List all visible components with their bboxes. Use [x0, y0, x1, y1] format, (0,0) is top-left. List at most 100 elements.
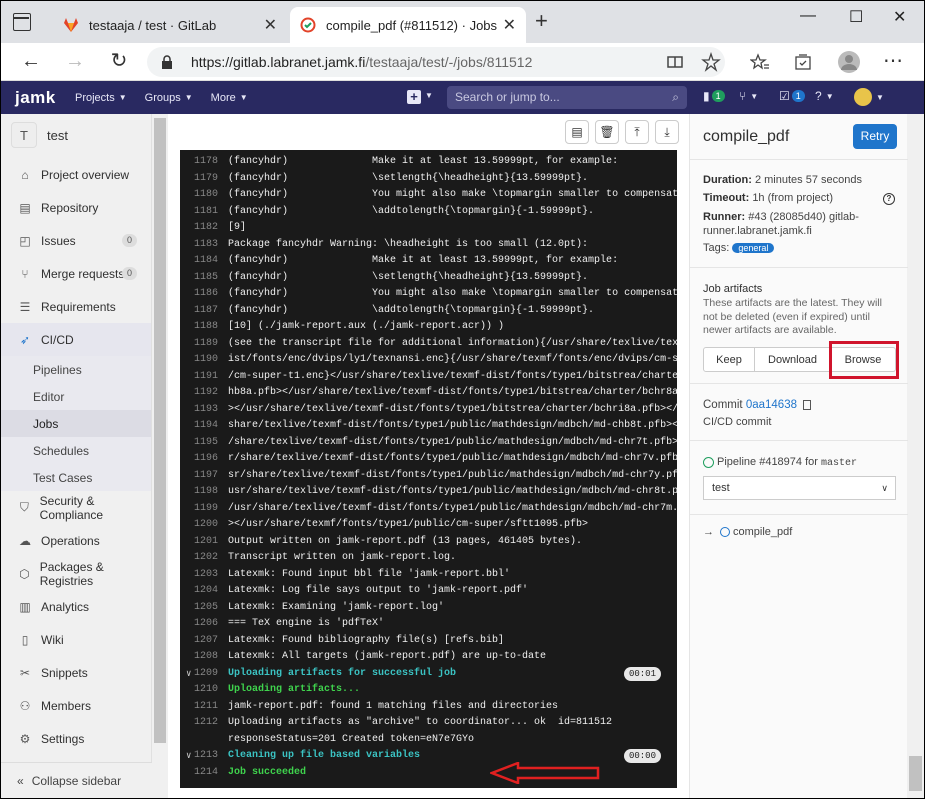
log-line: 1208 Latexmk: All targets (jamk-report.pd…	[180, 649, 677, 666]
sidebar-item-analytics[interactable]: ▥ Analytics	[1, 590, 151, 623]
log-line: 1182 [9]	[180, 220, 677, 237]
help-icon[interactable]: ?	[883, 193, 895, 205]
sidebar-item-operations[interactable]: ☁ Operations	[1, 524, 151, 557]
duration-label: Duration:	[703, 174, 752, 186]
sidebar-item-packages[interactable]: ⬡ Packages & Registries	[1, 557, 151, 590]
gitlab-top-nav: jamk Projects ▼ Groups ▼ More ▼ + ▼ Search …	[1, 81, 924, 114]
divider	[690, 267, 908, 268]
merge-requests-dropdown[interactable]: ⑂ ▼	[739, 89, 758, 103]
brand-logo[interactable]: jamk	[15, 88, 57, 108]
favorites-icon[interactable]	[750, 52, 770, 72]
todos-counter[interactable]: ☑ 1	[779, 89, 805, 103]
sidebar-item-wiki[interactable]: ▯ Wiki	[1, 623, 151, 656]
sidebar-item-cicd[interactable]: ➶ CI/CD	[1, 323, 151, 356]
sidebar-sub-test-cases[interactable]: Test Cases	[1, 464, 151, 491]
collapse-label: Collapse sidebar	[31, 773, 122, 788]
log-section-header[interactable]: ∨ 1209 Uploading artifacts for successfu…	[180, 666, 677, 683]
pipeline-id[interactable]: #418974	[759, 456, 802, 468]
job-log[interactable]: 1178 (fancyhdr) Make it at least 13.59999…	[180, 150, 677, 788]
scroll-bottom-button[interactable]: ⤓	[655, 120, 679, 144]
line-text: Latexmk: Found bibliography file(s) [ref…	[228, 634, 505, 646]
tab-job[interactable]: compile_pdf (#811512) · Jobs · te ✕	[290, 7, 526, 43]
rocket-icon: ➶	[19, 332, 31, 347]
collections-icon[interactable]	[793, 52, 813, 72]
log-section-header[interactable]: ∨ 1213 Cleaning up file based variables …	[180, 748, 677, 765]
search-input[interactable]: Search or jump to... ⌕	[447, 86, 687, 109]
retry-button[interactable]: Retry	[853, 124, 897, 149]
sidebar-item-label: Settings	[41, 731, 85, 746]
line-number: 1190	[193, 354, 218, 365]
erase-log-button[interactable]: 🗑	[595, 120, 619, 144]
line-text: ist/fonts/enc/dvips/ly1/texnansi.enc}{/u…	[228, 354, 677, 365]
user-menu[interactable]: ▼	[854, 88, 884, 106]
close-window-icon[interactable]: ✕	[893, 7, 906, 27]
divider	[690, 383, 908, 384]
tab-actions-icon[interactable]	[13, 13, 31, 31]
page-scrollbar[interactable]	[907, 114, 924, 798]
favorite-add-icon[interactable]	[701, 52, 721, 72]
new-tab-icon[interactable]: +	[535, 10, 548, 32]
book-icon: ▯	[21, 632, 29, 647]
log-line: 1203 Latexmk: Found input bbl file 'jamk-…	[180, 567, 677, 584]
log-line: 1178 (fancyhdr) Make it at least 13.59999…	[180, 154, 677, 171]
tab-gitlab-project[interactable]: testaaja / test · GitLab ✕	[53, 7, 287, 43]
copy-icon[interactable]	[803, 399, 811, 410]
issues-icon: ◰	[19, 233, 31, 248]
menu-groups[interactable]: Groups ▼	[145, 92, 193, 104]
commit-sha-link[interactable]: 0aa14638	[746, 399, 797, 411]
stage-select-value: test	[712, 482, 730, 494]
line-text: ></usr/share/texmf/fonts/type1/public/cm…	[228, 519, 589, 530]
sidebar-item-issues[interactable]: ◰ Issues 0	[1, 224, 151, 257]
reading-view-icon[interactable]	[665, 52, 685, 72]
sidebar-item-merge-requests[interactable]: ⑂ Merge requests 0	[1, 257, 151, 290]
more-menu-icon[interactable]: ⋯	[881, 49, 905, 73]
plus-icon[interactable]: +	[407, 90, 421, 104]
menu-more[interactable]: More ▼	[211, 92, 248, 104]
line-text: [10] (./jamk-report.aux (./jamk-report.a…	[228, 321, 505, 332]
log-line: 1187 (fancyhdr) \addtolength{\topmargin}{…	[180, 303, 677, 320]
menu-projects[interactable]: Projects ▼	[75, 92, 127, 104]
sidebar-item-requirements[interactable]: ☰ Requirements	[1, 290, 151, 323]
chevron-down-icon[interactable]: ▼	[425, 91, 433, 100]
sidebar-sub-jobs[interactable]: Jobs	[1, 410, 151, 437]
pipeline-ref[interactable]: master	[821, 458, 857, 469]
forward-icon[interactable]: →	[63, 49, 87, 73]
help-icon: ?	[815, 89, 822, 103]
sidebar-item-settings[interactable]: ⚙ Settings	[1, 722, 151, 755]
sidebar-item-members[interactable]: ⚇ Members	[1, 689, 151, 722]
collapse-sidebar-button[interactable]: « Collapse sidebar	[1, 762, 152, 798]
stage-select[interactable]: test ∨	[703, 476, 896, 500]
chevron-down-icon: ▼	[825, 91, 834, 101]
raw-log-button[interactable]: ▤	[565, 120, 589, 144]
sidebar-item-snippets[interactable]: ✂ Snippets	[1, 656, 151, 689]
sidebar-sub-editor[interactable]: Editor	[1, 383, 151, 410]
back-icon[interactable]: ←	[19, 49, 43, 73]
refresh-icon[interactable]: ↻	[107, 49, 131, 73]
sidebar-sub-pipelines[interactable]: Pipelines	[1, 356, 151, 383]
project-name: test	[47, 127, 68, 143]
arrow-right-icon: →	[703, 526, 714, 538]
download-button[interactable]: Download	[755, 347, 831, 372]
sidebar-scrollbar-thumb[interactable]	[154, 118, 166, 743]
page-scrollbar-thumb[interactable]	[909, 756, 922, 791]
line-number: 1191	[193, 370, 218, 382]
scroll-top-button[interactable]: ⤒	[625, 120, 649, 144]
sidebar-item-project-overview[interactable]: ⌂ Project overview	[1, 158, 151, 191]
issues-counter[interactable]: ▮ 1	[703, 89, 725, 103]
address-bar[interactable]: https://gitlab.labranet.jamk.fi/testaaja…	[147, 47, 725, 77]
job-list-item[interactable]: → compile_pdf	[703, 526, 792, 538]
line-text: usr/share/texlive/texmf-dist/fonts/type1…	[228, 486, 677, 497]
project-header[interactable]: T test	[1, 114, 151, 156]
profile-avatar-icon[interactable]	[837, 50, 861, 74]
sidebar-sub-schedules[interactable]: Schedules	[1, 437, 151, 464]
maximize-icon[interactable]: ☐	[849, 7, 863, 27]
line-number: 1179	[193, 172, 218, 184]
sidebar-item-repository[interactable]: ▤ Repository	[1, 191, 151, 224]
close-icon[interactable]: ✕	[264, 15, 277, 35]
sidebar-item-security[interactable]: ⛉ Security & Compliance	[1, 491, 151, 524]
help-dropdown[interactable]: ? ▼	[815, 89, 834, 103]
keep-button[interactable]: Keep	[703, 347, 755, 372]
minimize-icon[interactable]: —	[800, 7, 816, 25]
line-number: 1205	[193, 601, 218, 613]
close-icon[interactable]: ✕	[503, 15, 516, 35]
